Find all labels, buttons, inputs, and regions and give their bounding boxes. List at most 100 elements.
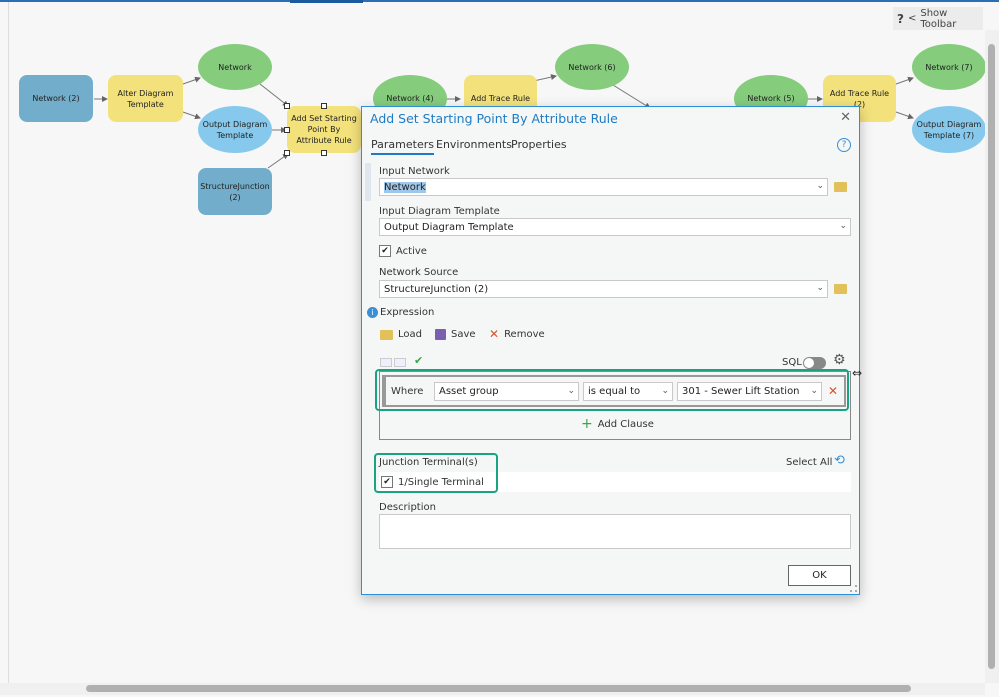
folder-icon[interactable] [834,182,847,192]
node-alter-diagram-template[interactable]: Alter Diagram Template [108,75,183,122]
vertical-scroll-thumb[interactable] [988,44,995,669]
input-network-value: Network [384,181,426,193]
terminal-checkbox[interactable]: ✔ [381,476,393,488]
tool-dialog: Add Set Starting Point By Attribute Rule… [361,106,860,595]
tab-properties[interactable]: Properties [511,138,567,151]
help-icon[interactable]: ? [837,138,851,152]
node-network-7[interactable]: Network (7) [912,44,986,90]
node-network-2[interactable]: Network (2) [19,75,93,122]
delete-clause-icon[interactable]: ✕ [828,384,838,398]
node-label: Network (6) [568,62,616,72]
add-clause-label: Add Clause [597,418,654,430]
expression-label: Expression [380,307,435,318]
connector [895,76,914,85]
validate-check-icon[interactable]: ✔ [414,354,423,367]
tab-environments[interactable]: Environments [436,138,512,151]
node-structurejunction-2[interactable]: StructureJunction (2) [198,168,272,215]
save-icon [435,329,446,340]
gear-icon[interactable]: ⚙ [833,352,846,368]
connector [612,84,651,109]
chevron-down-icon: ⌄ [661,386,669,396]
input-diagram-template-label: Input Diagram Template [379,206,500,217]
close-icon[interactable]: ✕ [840,110,851,125]
folder-icon[interactable] [834,284,847,294]
chevron-left-icon: < [907,13,917,24]
chevron-down-icon: ⌄ [567,386,575,396]
where-label: Where [391,386,424,397]
node-label: Alter Diagram Template [117,88,174,109]
selection-handle[interactable] [321,103,327,109]
show-toolbar-label: Show Toolbar [920,7,957,30]
input-diagram-template-select[interactable]: Output Diagram Template ⌄ [379,218,851,236]
active-label: Active [396,246,427,257]
resize-cursor-icon: ⇔ [852,366,863,380]
load-button[interactable]: Load [380,329,422,340]
remove-button[interactable]: ✕ Remove [489,327,545,341]
remove-label: Remove [504,328,545,340]
node-label: Output Diagram Template [202,119,268,140]
description-label: Description [379,502,436,513]
node-network[interactable]: Network [198,44,272,90]
network-source-label: Network Source [379,267,459,278]
remove-x-icon: ✕ [489,327,500,341]
network-source-field[interactable]: StructureJunction (2) ⌄ [379,280,828,298]
node-label: Network [218,62,252,72]
chevron-down-icon[interactable]: ⌄ [816,283,824,293]
dialog-title: Add Set Starting Point By Attribute Rule [370,111,618,126]
sql-label: SQL [782,357,802,368]
operator-select[interactable]: is equal to ⌄ [583,382,673,401]
add-clause-button[interactable]: + Add Clause [581,416,654,432]
selection-handle[interactable] [321,150,327,156]
node-label: Network (2) [32,94,80,103]
selection-handle[interactable] [284,127,290,133]
resize-grip[interactable] [850,585,857,592]
input-diagram-template-value: Output Diagram Template [384,221,514,233]
chevron-down-icon: ⌄ [839,221,847,231]
node-label: StructureJunction (2) [200,181,270,202]
node-label: Add Set Starting Point By Attribute Rule [291,114,357,145]
node-network-6[interactable]: Network (6) [555,44,629,90]
active-checkbox[interactable]: ✔ [379,245,391,257]
node-label: Network (7) [925,62,973,72]
selected-param-indicator [365,163,371,201]
help-icon[interactable]: ? [897,12,904,26]
value-value: 301 - Sewer Lift Station [682,386,800,397]
node-add-set-starting-point[interactable]: Add Set Starting Point By Attribute Rule [287,106,361,153]
description-textarea[interactable] [379,514,851,549]
load-label: Load [398,329,422,340]
connector [895,111,914,120]
refresh-icon[interactable]: ⟲ [834,453,845,468]
terminal-label: 1/Single Terminal [398,477,484,488]
value-select[interactable]: 301 - Sewer Lift Station ⌄ [677,382,822,401]
junction-terminals-label: Junction Terminal(s) [379,457,478,468]
sql-toggle[interactable] [803,357,826,369]
input-network-field[interactable]: Network ⌄ [379,178,828,196]
ok-button[interactable]: OK [788,565,851,586]
chevron-down-icon[interactable]: ⌄ [816,181,824,191]
node-label: Add Trace Rule [470,94,531,103]
node-output-diagram-template[interactable]: Output Diagram Template [198,106,272,153]
show-toolbar-button[interactable]: ? < Show Toolbar [893,7,983,30]
outdent-icon[interactable] [380,358,392,367]
field-value: Asset group [439,386,499,397]
connector [267,153,289,169]
tab-parameters[interactable]: Parameters [371,138,434,155]
node-label: Output Diagram Template (7) [916,119,982,140]
network-source-value: StructureJunction (2) [384,283,489,295]
select-all-link[interactable]: Select All [786,457,832,468]
selection-handle[interactable] [284,103,290,109]
connector [182,76,201,85]
save-label: Save [451,329,476,340]
field-select[interactable]: Asset group ⌄ [434,382,579,401]
plus-icon: + [581,416,593,432]
selection-handle[interactable] [284,150,290,156]
save-button[interactable]: Save [435,329,476,340]
node-output-diagram-template-7[interactable]: Output Diagram Template (7) [912,106,986,153]
chevron-down-icon: ⌄ [810,386,818,396]
operator-value: is equal to [588,386,641,397]
indent-icon[interactable] [394,358,406,367]
folder-icon [380,329,393,340]
input-network-label: Input Network [379,166,450,177]
horizontal-scroll-thumb[interactable] [86,685,911,692]
connector [182,111,201,120]
